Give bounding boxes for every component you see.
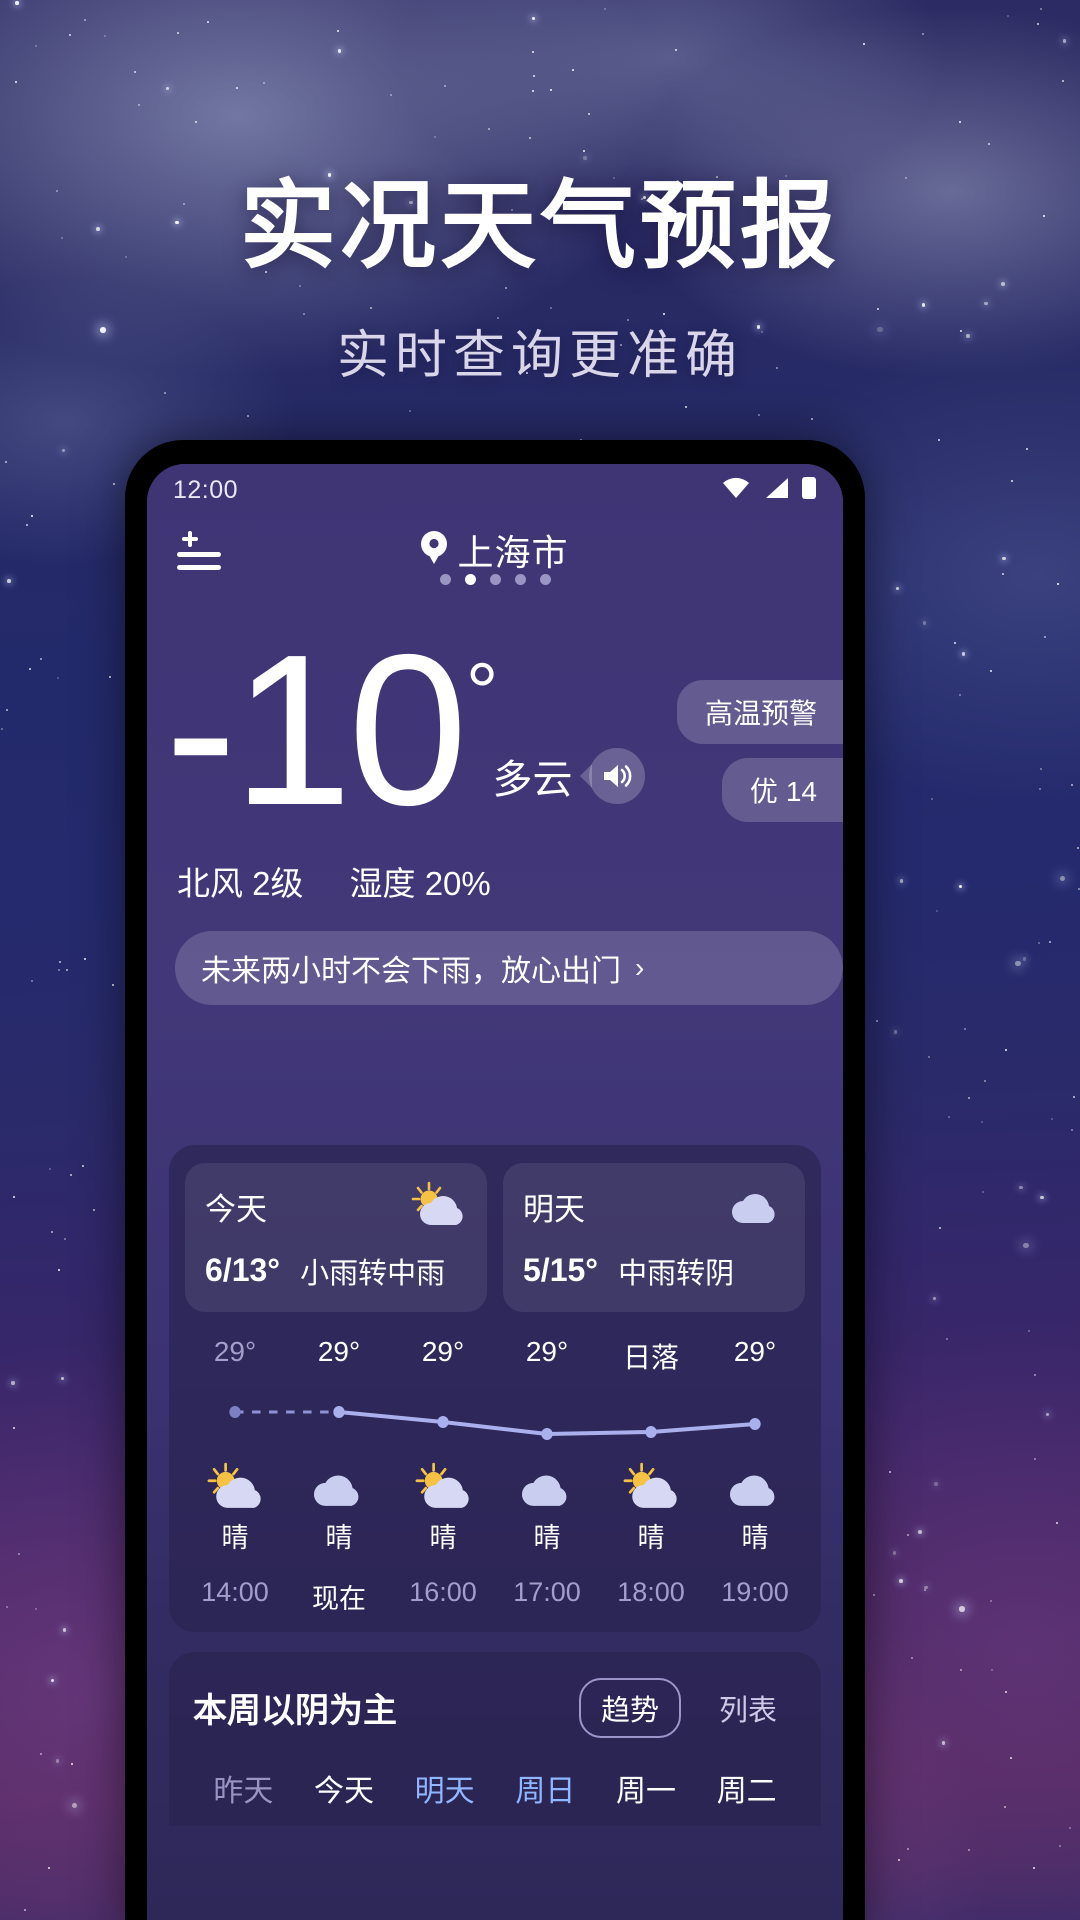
hour-time: 18:00 — [617, 1576, 685, 1607]
sun-cloud-icon — [409, 1181, 467, 1232]
humidity-info: 湿度 20% — [349, 864, 491, 902]
chevron-right-icon: › — [635, 951, 645, 983]
location-pin-icon — [421, 530, 448, 570]
day-condition: 小雨转中雨 — [300, 1257, 446, 1290]
day-tab-yesterday[interactable]: 昨天 — [193, 1766, 294, 1826]
tab-list[interactable]: 列表 — [699, 1680, 797, 1736]
tab-trend[interactable]: 趋势 — [578, 1677, 681, 1738]
battery-icon — [801, 476, 817, 505]
weather-condition: 多云 — [492, 757, 573, 802]
aqi-label: 优 — [749, 776, 778, 807]
day-tab-tomorrow[interactable]: 明天 — [394, 1766, 495, 1826]
hourly-forecast-panel: 今天 6/13° 小雨转中雨 明天 5/15° 中雨转阴 29° 29° 29°… — [169, 1144, 821, 1632]
sun-cloud-icon — [599, 1462, 703, 1510]
weekly-summary-title: 本周以阴为主 — [193, 1692, 397, 1731]
hour-condition: 晴 — [429, 1522, 457, 1553]
current-temperature: -10 — [165, 609, 468, 850]
hourly-temps: 29° 29° 29° 29° 日落 29° — [183, 1336, 807, 1376]
day-condition: 中雨转阴 — [618, 1257, 735, 1290]
day-temp-range: 6/13° — [205, 1252, 281, 1289]
rain-forecast-text: 未来两小时不会下雨，放心出门 — [201, 954, 621, 988]
page-dot-active[interactable] — [464, 574, 476, 585]
cloud-icon — [727, 1181, 785, 1232]
hourly-icons — [183, 1462, 807, 1510]
weekly-header: 本周以阴为主 趋势 列表 — [193, 1677, 797, 1738]
hour-sunset-label: 日落 — [622, 1341, 679, 1373]
plus-icon — [182, 531, 198, 547]
day-tab-sunday[interactable]: 周日 — [495, 1766, 596, 1826]
weekly-forecast-panel: 本周以阴为主 趋势 列表 昨天 今天 明天 周日 周一 周二 — [169, 1651, 821, 1826]
degree-symbol: ° — [465, 647, 499, 738]
sun-cloud-icon — [183, 1462, 287, 1510]
hour-condition: 晴 — [533, 1522, 561, 1553]
aqi-badge[interactable]: 优 14 — [721, 758, 843, 822]
cloud-icon — [287, 1462, 391, 1510]
hour-time-now: 现在 — [312, 1583, 366, 1614]
status-clock: 12:00 — [173, 475, 239, 504]
rain-forecast-banner[interactable]: 未来两小时不会下雨，放心出门 › — [175, 930, 843, 1005]
day-temp-range: 5/15° — [523, 1252, 599, 1289]
location-display[interactable]: 上海市 — [147, 524, 843, 576]
aqi-value: 14 — [785, 776, 817, 807]
add-list-icon[interactable] — [173, 531, 225, 577]
hour-condition: 晴 — [325, 1522, 353, 1553]
hour-condition: 晴 — [741, 1522, 769, 1553]
day-tab-tuesday[interactable]: 周二 — [696, 1766, 797, 1826]
hour-time: 17:00 — [513, 1576, 581, 1607]
wind-info: 北风 2级 — [177, 864, 304, 902]
status-icons — [721, 476, 817, 505]
hero-section: 实况天气预报 实时查询更准确 — [0, 0, 1080, 388]
hour-time: 16:00 — [409, 1576, 477, 1607]
hour-temp: 29° — [213, 1335, 257, 1367]
condition-row: 多云 — [493, 747, 645, 805]
page-subtitle: 实时查询更准确 — [336, 327, 743, 385]
signal-icon — [762, 477, 790, 504]
high-temp-alert-badge[interactable]: 高温预警 — [676, 680, 843, 744]
status-bar: 12:00 — [147, 464, 843, 516]
hourly-conditions: 晴 晴 晴 晴 晴 晴 — [183, 1516, 807, 1555]
cloud-icon — [495, 1462, 599, 1510]
page-dot[interactable] — [514, 574, 526, 585]
current-weather: 高温预警 优 14 -10 ° 多云 北风 2级 湿度 20% 未来两小时不会下… — [147, 592, 843, 1005]
speaker-icon[interactable] — [579, 747, 645, 804]
hour-temp: 29° — [733, 1335, 777, 1367]
day-tab-monday[interactable]: 周一 — [596, 1766, 697, 1826]
hour-temp: 29° — [525, 1335, 569, 1367]
menu-line — [177, 565, 221, 570]
day-label: 今天 — [205, 1191, 267, 1227]
page-title: 实况天气预报 — [240, 173, 840, 280]
today-card[interactable]: 今天 6/13° 小雨转中雨 — [185, 1162, 487, 1312]
day-cards: 今天 6/13° 小雨转中雨 明天 5/15° 中雨转阴 — [169, 1162, 821, 1312]
wifi-icon — [721, 477, 751, 504]
page-dot[interactable] — [439, 574, 451, 585]
day-tab-today[interactable]: 今天 — [294, 1766, 395, 1826]
tomorrow-card[interactable]: 明天 5/15° 中雨转阴 — [503, 1162, 805, 1312]
temperature-trend-chart — [183, 1382, 807, 1458]
app-screen: 12:00 上海市 高温预警 优 14 -10 ° 多云 北风 2级 湿度 20… — [147, 464, 843, 1920]
hour-temp: 29° — [421, 1335, 465, 1367]
page-indicator-dots[interactable] — [147, 574, 843, 585]
alert-badges: 高温预警 优 14 — [676, 680, 843, 822]
day-label: 明天 — [523, 1191, 585, 1227]
hourly-times: 14:00 现在 16:00 17:00 18:00 19:00 — [183, 1577, 807, 1616]
hour-condition: 晴 — [221, 1522, 249, 1553]
cloud-icon — [703, 1462, 807, 1510]
weekly-view-toggle[interactable]: 趋势 列表 — [578, 1677, 797, 1738]
hour-time: 14:00 — [201, 1576, 269, 1607]
weekly-day-tabs[interactable]: 昨天 今天 明天 周日 周一 周二 — [193, 1766, 797, 1826]
hour-time: 19:00 — [721, 1576, 789, 1607]
sun-cloud-icon — [391, 1462, 495, 1510]
page-dot[interactable] — [489, 574, 501, 585]
menu-line — [177, 552, 221, 557]
phone-mockup: 12:00 上海市 高温预警 优 14 -10 ° 多云 北风 2级 湿度 20… — [125, 440, 865, 1920]
hour-condition: 晴 — [637, 1522, 665, 1553]
hourly-strip[interactable]: 29° 29° 29° 29° 日落 29° 晴 晴 晴 晴 晴 晴 14:00… — [169, 1336, 821, 1616]
page-dot[interactable] — [539, 574, 551, 585]
location-name: 上海市 — [457, 532, 569, 573]
app-header: 上海市 — [147, 516, 843, 592]
hour-temp: 29° — [317, 1335, 361, 1367]
